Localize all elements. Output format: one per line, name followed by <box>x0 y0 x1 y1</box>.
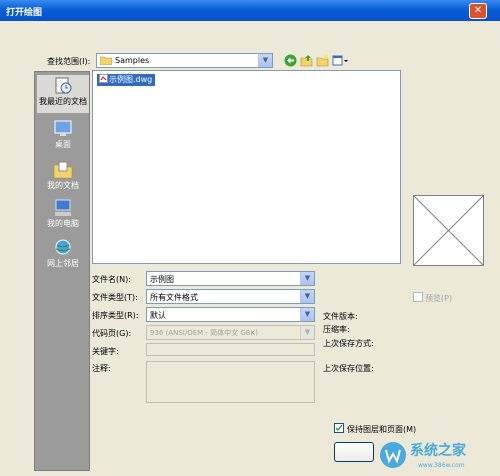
codepage-value: 936 (ANSI/OEM - 简体中文 GBK) <box>150 329 258 337</box>
close-button[interactable]: ✕ <box>469 3 487 19</box>
dwg-file-icon <box>99 74 108 83</box>
preview-checkbox-label: 预览(P) <box>425 294 453 303</box>
preview-checkbox[interactable] <box>413 292 423 302</box>
filename-label: 文件名(N): <box>92 275 131 284</box>
preview-image <box>413 195 484 266</box>
keep-layout-checkbox[interactable] <box>334 423 344 433</box>
comments-field[interactable] <box>146 361 315 403</box>
chevron-down-icon[interactable]: ▼ <box>300 308 314 321</box>
place-my-computer[interactable]: 我的电脑 <box>37 197 89 233</box>
filename-input[interactable]: 示例图 ▼ <box>146 271 315 286</box>
dialog-title: 打开绘图 <box>6 8 43 18</box>
place-network-places[interactable]: 网上邻居 <box>37 237 89 273</box>
chevron-down-icon[interactable]: ▼ <box>300 326 314 339</box>
filetype-label: 文件类型(T): <box>92 293 138 302</box>
place-label: 我的电脑 <box>47 219 79 228</box>
comments-label: 注释: <box>92 364 111 373</box>
keywords-label: 关键字: <box>92 347 119 356</box>
file-name: 示例图.dwg <box>109 75 153 84</box>
watermark-url: www.386w.com <box>418 462 465 469</box>
codepage-label: 代码页(G): <box>92 329 132 338</box>
place-label: 我的文档 <box>47 181 79 190</box>
recent-documents-icon <box>53 77 73 95</box>
my-documents-icon <box>53 161 73 179</box>
keywords-field[interactable] <box>146 343 315 356</box>
lookin-value: Samples <box>115 56 150 65</box>
places-bar: 我最近的文档 桌面 我的文档 我的电脑 网上邻居 <box>34 71 90 471</box>
chevron-down-icon[interactable]: ▼ <box>300 290 314 303</box>
filetype-dropdown[interactable]: 所有文件格式 ▼ <box>146 289 315 304</box>
sorttype-label: 排序类型(R): <box>92 311 139 320</box>
place-desktop[interactable]: 桌面 <box>37 118 89 154</box>
my-computer-icon <box>53 199 73 217</box>
lookin-dropdown[interactable]: Samples ▼ <box>96 53 273 68</box>
back-icon[interactable] <box>284 54 297 67</box>
codepage-dropdown[interactable]: 936 (ANSI/OEM - 简体中文 GBK) ▼ <box>146 325 315 340</box>
title-bar: 打开绘图 ✕ <box>0 0 500 21</box>
file-version-label: 文件版本: <box>323 312 358 321</box>
up-folder-icon[interactable] <box>300 54 313 67</box>
file-item[interactable]: 示例图.dwg <box>97 74 156 86</box>
last-save-method-label: 上次保存方式: <box>323 339 374 348</box>
sorttype-value: 默认 <box>150 311 166 320</box>
place-label: 我最近的文档 <box>39 97 87 106</box>
watermark-logo: 系统之家 www.386w.com <box>378 438 488 472</box>
place-recent-documents[interactable]: 我最近的文档 <box>37 75 89 113</box>
place-label: 桌面 <box>55 140 71 149</box>
compression-label: 压缩率: <box>323 325 350 334</box>
last-save-location-label: 上次保存位置: <box>323 364 374 373</box>
place-label: 网上邻居 <box>47 259 79 268</box>
open-drawing-dialog: 打开绘图 ✕ 查找范围(I): Samples ▼ 我最近的文档 桌面 我的文档… <box>0 0 500 476</box>
place-my-documents[interactable]: 我的文档 <box>37 159 89 195</box>
filetype-value: 所有文件格式 <box>150 293 198 302</box>
keep-layout-label: 保持图层和页面(M) <box>347 425 417 434</box>
sorttype-dropdown[interactable]: 默认 ▼ <box>146 307 315 322</box>
new-folder-icon[interactable] <box>316 54 329 67</box>
desktop-icon <box>53 120 73 138</box>
chevron-down-icon[interactable]: ▼ <box>258 54 272 67</box>
watermark-text: 系统之家 <box>410 443 466 459</box>
lookin-label: 查找范围(I): <box>47 57 91 66</box>
folder-icon <box>99 56 113 66</box>
filename-value: 示例图 <box>150 275 174 284</box>
network-places-icon <box>53 239 73 257</box>
file-list[interactable]: 示例图.dwg <box>92 70 401 264</box>
open-button[interactable] <box>334 442 374 462</box>
chevron-down-icon[interactable]: ▼ <box>300 272 314 285</box>
views-menu-icon[interactable] <box>332 54 348 67</box>
